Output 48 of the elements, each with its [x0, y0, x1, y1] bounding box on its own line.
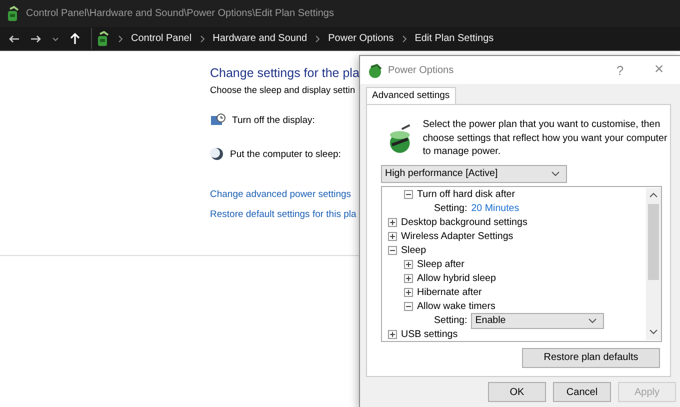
power-options-icon	[96, 30, 110, 46]
chevron-down-icon	[588, 318, 598, 324]
power-options-icon	[6, 6, 20, 22]
setting-label: Turn off the display:	[232, 114, 315, 126]
dialog-button[interactable]: Cancel	[553, 382, 611, 402]
tree-item[interactable]: Sleep	[382, 244, 646, 258]
tab[interactable]: Advanced settings	[366, 87, 456, 104]
link[interactable]: Change advanced power settings	[210, 189, 356, 200]
tree-item[interactable]: Turn off hard disk after	[382, 188, 646, 202]
restore-defaults-button[interactable]: Restore plan defaults	[522, 348, 660, 368]
close-button[interactable]: ×	[642, 61, 676, 79]
setting-label: Setting:	[434, 203, 468, 214]
tree-item[interactable]: Allow hybrid sleep	[382, 272, 646, 286]
chevron-right-icon	[200, 34, 205, 42]
help-button[interactable]: ?	[603, 62, 637, 78]
up-arrow-icon	[69, 32, 81, 45]
dialog-button[interactable]: OK	[488, 382, 546, 402]
breadcrumb[interactable]: Control Panel	[131, 33, 192, 44]
tree-item[interactable]: Hibernate after	[382, 286, 646, 300]
setting-label: Setting:	[434, 315, 468, 326]
chevron-right-icon	[315, 34, 320, 42]
chevron-down-icon	[52, 36, 59, 42]
breadcrumb[interactable]: Edit Plan Settings	[414, 33, 494, 44]
tree-item[interactable]: Allow wake timers	[382, 300, 646, 314]
setting-value-link[interactable]: 20 Minutes	[471, 203, 520, 214]
tree-item[interactable]: USB settings	[382, 328, 646, 340]
monitor-clock-icon	[210, 113, 226, 127]
breadcrumb[interactable]: Power Options	[328, 33, 394, 44]
chevron-right-icon	[402, 34, 407, 42]
chevron-right-icon	[118, 34, 123, 42]
tree-item[interactable]: Sleep after	[382, 258, 646, 272]
tree-item[interactable]: Wireless Adapter Settings	[382, 230, 646, 244]
chevron-down-icon	[551, 170, 560, 176]
page-subheading: Choose the sleep and display settin	[210, 85, 356, 95]
power-options-icon	[368, 62, 383, 78]
window-title: Control Panel\Hardware and Sound\Power Options\Edit Plan Settings	[26, 8, 334, 19]
dialog-title: Power Options	[388, 64, 454, 76]
setting-dropdown[interactable]: Enable	[471, 312, 604, 328]
forward-arrow-icon	[30, 32, 42, 44]
plan-dropdown[interactable]: High performance [Active]	[381, 164, 567, 182]
link[interactable]: Restore default settings for this pla	[210, 209, 356, 220]
page-heading: Change settings for the pla	[210, 66, 360, 80]
tree-item[interactable]: Desktop background settings	[382, 216, 646, 230]
back-arrow-icon	[8, 32, 20, 44]
description-text: Select the power plan that you want to customise, then choose settings that reflect how you want your computer to manage power.	[422, 118, 668, 158]
moon-icon	[210, 147, 224, 161]
setting-label: Put the computer to sleep:	[230, 148, 341, 160]
breadcrumb[interactable]: Hardware and Sound	[212, 33, 308, 44]
